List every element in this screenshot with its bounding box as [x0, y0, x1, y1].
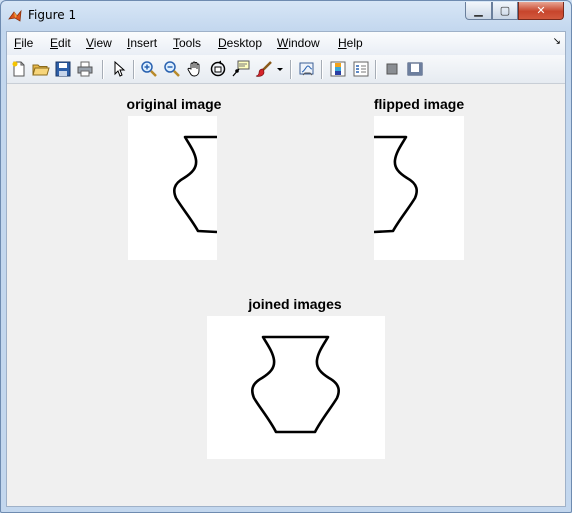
show-plot-tools-icon[interactable]: [406, 60, 424, 78]
toolbar-separator: [133, 60, 135, 79]
minimize-button[interactable]: ▁: [465, 2, 492, 20]
save-icon[interactable]: [54, 60, 72, 78]
joined-images-title: joined images: [248, 296, 342, 312]
pan-hand-icon[interactable]: [186, 60, 204, 78]
flipped-image-title: flipped image: [373, 96, 465, 112]
figure-toolbar: [7, 55, 565, 84]
menu-overflow-icon[interactable]: ↘: [553, 36, 561, 47]
menu-help[interactable]: Help: [338, 36, 363, 50]
toolbar-separator: [102, 60, 104, 79]
insert-colorbar-icon[interactable]: [329, 60, 347, 78]
close-icon: ✕: [536, 4, 546, 17]
new-figure-icon[interactable]: [10, 60, 28, 78]
matlab-logo-icon: [8, 9, 22, 22]
title-bar[interactable]: Figure 1 ▁ ▢ ✕: [1, 1, 571, 31]
link-plot-icon[interactable]: [298, 60, 316, 78]
toolbar-separator: [290, 60, 292, 79]
zoom-in-icon[interactable]: [140, 60, 158, 78]
hide-plot-tools-icon[interactable]: [383, 60, 401, 78]
toolbar-separator: [375, 60, 377, 79]
close-button[interactable]: ✕: [518, 2, 564, 20]
figure-window: Figure 1 ▁ ▢ ✕ File Edit View Insert Too…: [0, 0, 572, 513]
flipped-image-axes[interactable]: [374, 116, 464, 260]
maximize-button[interactable]: ▢: [492, 2, 518, 20]
original-image-vase-half: [173, 135, 217, 234]
toolbar-separator: [321, 60, 323, 79]
print-icon[interactable]: [76, 60, 94, 78]
figure-client-area: File Edit View Insert Tools Desktop Wind…: [6, 31, 566, 507]
original-image-axes[interactable]: [128, 116, 217, 260]
flipped-image-vase-half: [374, 135, 418, 234]
zoom-out-icon[interactable]: [163, 60, 181, 78]
brush-dropdown-icon[interactable]: [275, 60, 285, 78]
rotate-3d-icon[interactable]: [209, 60, 227, 78]
maximize-icon: ▢: [499, 4, 511, 17]
menu-bar: File Edit View Insert Tools Desktop Wind…: [7, 32, 565, 55]
menu-insert[interactable]: Insert: [127, 36, 157, 50]
menu-view[interactable]: View: [86, 36, 112, 50]
window-title: Figure 1: [28, 8, 77, 22]
menu-file[interactable]: File: [14, 36, 33, 50]
minimize-icon: ▁: [474, 4, 483, 17]
joined-images-axes[interactable]: [207, 316, 385, 459]
menu-edit[interactable]: Edit: [50, 36, 71, 50]
arrow-pointer-icon[interactable]: [110, 60, 128, 78]
menu-desktop[interactable]: Desktop: [218, 36, 262, 50]
joined-image-vase: [251, 335, 340, 434]
insert-legend-icon[interactable]: [352, 60, 370, 78]
original-image-title: original image: [126, 96, 222, 112]
data-cursor-icon[interactable]: [232, 60, 250, 78]
menu-window[interactable]: Window: [277, 36, 320, 50]
brush-icon[interactable]: [255, 60, 273, 78]
menu-tools[interactable]: Tools: [173, 36, 201, 50]
open-file-icon[interactable]: [32, 60, 50, 78]
